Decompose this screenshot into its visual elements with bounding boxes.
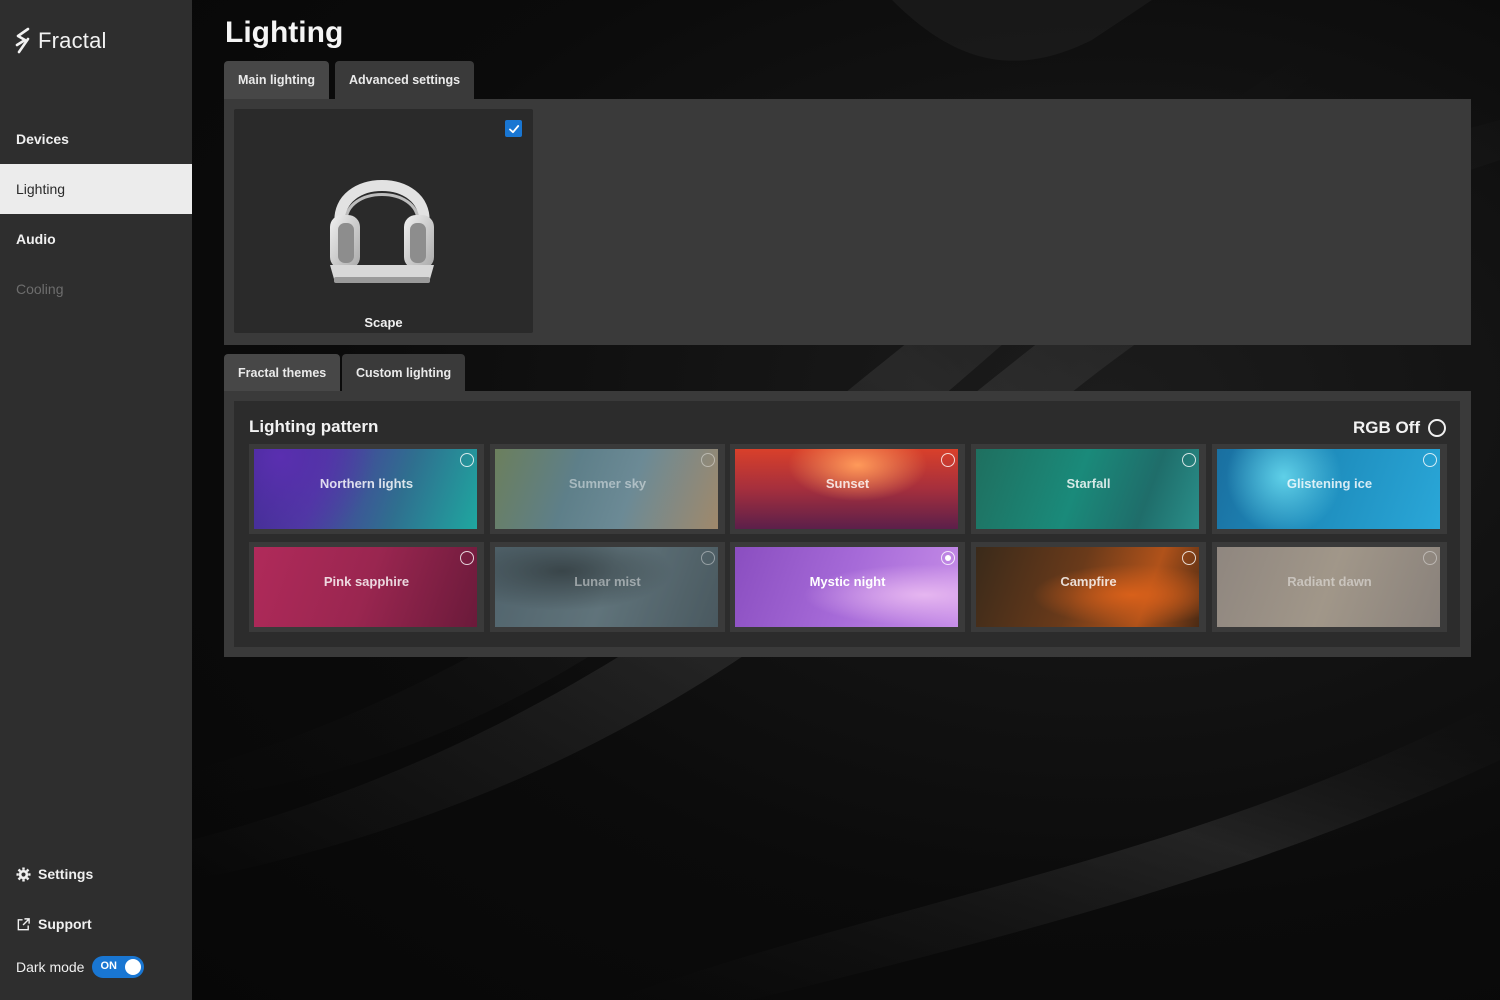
support-link[interactable]: Support: [16, 914, 92, 934]
sidebar-item-audio[interactable]: Audio: [0, 214, 192, 264]
rgb-off-option[interactable]: RGB Off: [1353, 418, 1446, 438]
theme-sunset[interactable]: Sunset: [730, 444, 965, 534]
fractal-logo-icon: [15, 27, 30, 54]
device-card-scape[interactable]: Scape: [234, 109, 533, 333]
external-link-icon: [17, 917, 30, 930]
theme-radio[interactable]: [460, 453, 474, 467]
theme-radio[interactable]: [1182, 551, 1196, 565]
theme-northern-lights[interactable]: Northern lights: [249, 444, 484, 534]
toggle-knob: [125, 959, 142, 975]
sidebar: Fractal Devices Lighting Audio Cooling S…: [0, 0, 192, 1000]
theme-name: Sunset: [825, 476, 870, 491]
theme-glistening-ice[interactable]: Glistening ice: [1212, 444, 1447, 534]
main-area: Lighting Main lighting Advanced settings: [192, 0, 1500, 1000]
theme-radio[interactable]: [460, 551, 474, 565]
theme-radio[interactable]: [1423, 453, 1437, 467]
theme-name: Glistening ice: [1286, 476, 1373, 491]
check-icon: [508, 124, 519, 133]
theme-pink-sapphire[interactable]: Pink sapphire: [249, 542, 484, 632]
theme-campfire[interactable]: Campfire: [971, 542, 1206, 632]
dark-mode-row: Dark mode ON: [16, 956, 145, 978]
tab-main-lighting[interactable]: Main lighting: [224, 61, 330, 99]
theme-radiant-dawn[interactable]: Radiant dawn: [1212, 542, 1447, 632]
theme-radio[interactable]: [701, 453, 715, 467]
theme-name: Pink sapphire: [323, 574, 410, 589]
sidebar-item-cooling: Cooling: [16, 281, 64, 297]
device-checkbox[interactable]: [505, 120, 522, 137]
theme-radio[interactable]: [701, 551, 715, 565]
tab-fractal-themes[interactable]: Fractal themes: [224, 354, 341, 392]
settings-label: Settings: [38, 866, 94, 882]
toggle-state-label: ON: [100, 960, 117, 972]
rgb-off-radio[interactable]: [1428, 419, 1446, 437]
theme-name: Mystic night: [809, 574, 886, 589]
theme-lunar-mist[interactable]: Lunar mist: [490, 542, 725, 632]
gear-icon: [16, 866, 31, 882]
lighting-pattern-box: Lighting pattern RGB Off Northern lights…: [234, 401, 1460, 647]
theme-name: Starfall: [1066, 476, 1111, 491]
fractal-logo[interactable]: Fractal: [14, 26, 107, 56]
logo-text: Fractal: [38, 28, 107, 53]
theme-name: Northern lights: [319, 476, 414, 491]
theme-radio[interactable]: [1182, 453, 1196, 467]
theme-name: Radiant dawn: [1287, 574, 1372, 589]
headset-image: [330, 180, 434, 283]
tab-custom-lighting[interactable]: Custom lighting: [342, 354, 466, 392]
theme-radio[interactable]: [1423, 551, 1437, 565]
theme-radio[interactable]: [941, 453, 955, 467]
support-label: Support: [38, 916, 92, 932]
dark-mode-toggle[interactable]: ON: [92, 956, 145, 978]
lighting-pattern-title: Lighting pattern: [249, 417, 379, 436]
page-title: Lighting: [225, 16, 344, 49]
lighting-panel: Lighting pattern RGB Off Northern lights…: [224, 391, 1471, 657]
theme-summer-sky[interactable]: Summer sky: [490, 444, 725, 534]
theme-name: Summer sky: [568, 476, 647, 491]
sidebar-item-lighting[interactable]: Lighting: [0, 164, 192, 214]
theme-starfall[interactable]: Starfall: [971, 444, 1206, 534]
theme-name: Lunar mist: [574, 574, 641, 589]
device-panel: Scape: [224, 99, 1471, 345]
dark-mode-label: Dark mode: [16, 959, 85, 975]
settings-link[interactable]: Settings: [16, 864, 93, 884]
theme-mystic-night[interactable]: Mystic night: [730, 542, 965, 632]
tab-advanced-settings[interactable]: Advanced settings: [335, 61, 475, 99]
rgb-off-label: RGB Off: [1352, 418, 1420, 437]
sidebar-item-devices[interactable]: Devices: [0, 114, 192, 164]
theme-radio-selected[interactable]: [941, 551, 955, 565]
theme-name: Campfire: [1060, 574, 1117, 589]
device-name: Scape: [364, 315, 403, 330]
